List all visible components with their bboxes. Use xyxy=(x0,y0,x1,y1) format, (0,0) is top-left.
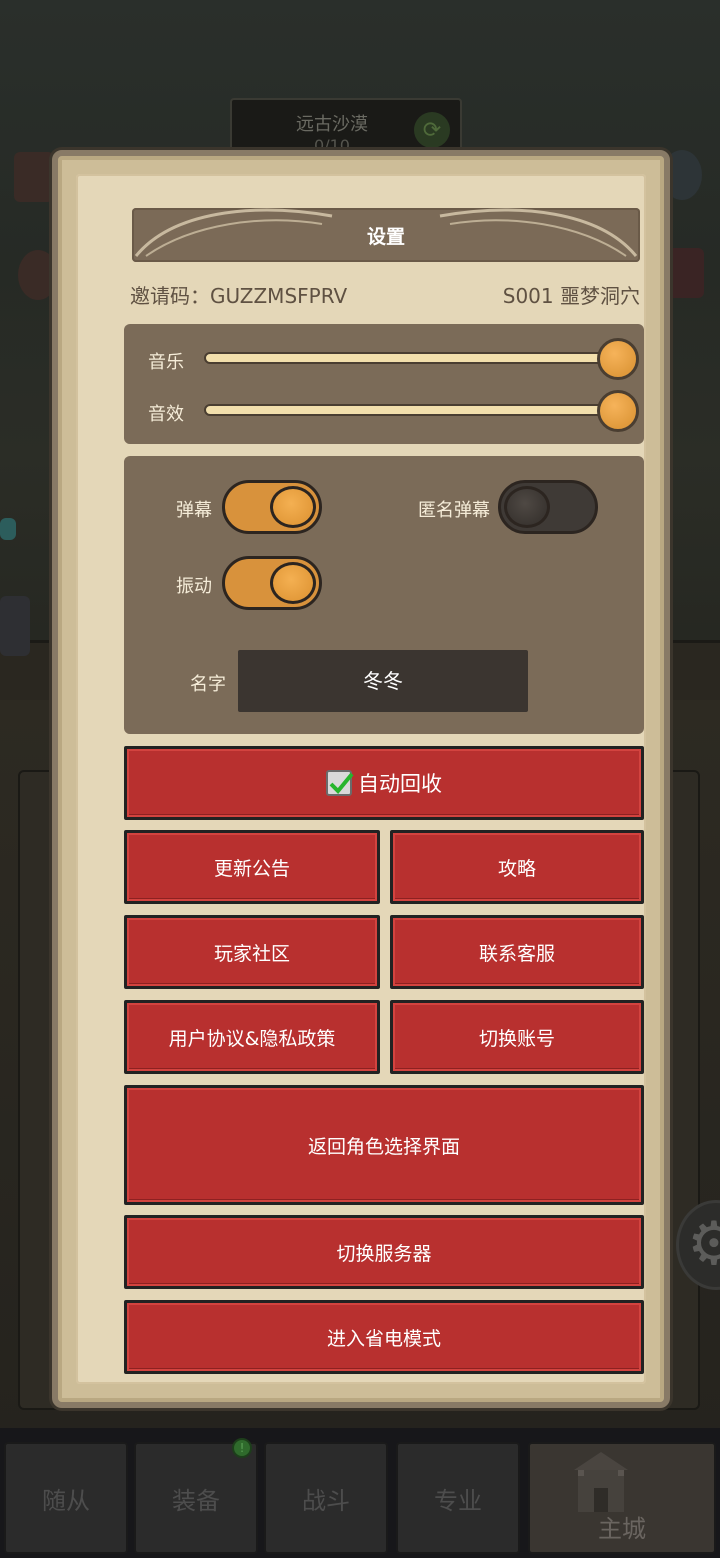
region-name: 远古沙漠 xyxy=(296,114,368,135)
nav-tab-equipment: 装备 xyxy=(134,1442,258,1554)
community-button[interactable]: 玩家社区 xyxy=(124,915,380,989)
dialog-title: 设置 xyxy=(366,226,405,248)
castle-icon xyxy=(574,1452,628,1512)
invite-row: 邀请码：GUZZMSFPRV S001 噩梦洞穴 xyxy=(130,280,640,310)
nav-tab-main-city: 主城 xyxy=(528,1442,716,1554)
auto-recycle-button[interactable]: 自动回收 xyxy=(124,746,644,820)
refresh-icon: ⟳ xyxy=(414,112,450,148)
danmaku-label: 弹幕 xyxy=(176,500,212,521)
update-notice-button[interactable]: 更新公告 xyxy=(124,830,380,904)
name-label: 名字 xyxy=(190,674,226,695)
toggle-knob xyxy=(270,486,316,528)
title-banner: 设置 xyxy=(132,208,640,262)
nav-tab-followers: 随从 xyxy=(4,1442,128,1554)
guide-button[interactable]: 攻略 xyxy=(390,830,644,904)
bottom-nav: 随从 装备 战斗 专业 主城 xyxy=(0,1428,720,1558)
switch-account-button[interactable]: 切换账号 xyxy=(390,1000,644,1074)
music-slider-handle[interactable] xyxy=(597,338,639,380)
nav-tab-profession: 专业 xyxy=(396,1442,520,1554)
power-save-button[interactable]: 进入省电模式 xyxy=(124,1300,644,1374)
auto-recycle-label: 自动回收 xyxy=(358,772,442,796)
settings-dialog-body: 设置 邀请码：GUZZMSFPRV S001 噩梦洞穴 音乐 音效 弹幕 匿名弹… xyxy=(76,174,646,1384)
side-icon-right-mid xyxy=(664,248,704,298)
toggle-panel: 弹幕 匿名弹幕 振动 名字 冬冬 xyxy=(124,456,644,734)
toggle-knob xyxy=(270,562,316,604)
back-to-role-select-button[interactable]: 返回角色选择界面 xyxy=(124,1085,644,1205)
sfx-slider[interactable] xyxy=(204,404,622,416)
server-name: S001 噩梦洞穴 xyxy=(502,284,640,308)
notification-badge: ! xyxy=(232,1438,252,1458)
audio-panel: 音乐 音效 xyxy=(124,324,644,444)
toggle-knob xyxy=(504,486,550,528)
side-icon-left-top xyxy=(14,152,54,202)
vibration-label: 振动 xyxy=(176,576,212,597)
sfx-slider-handle[interactable] xyxy=(597,390,639,432)
name-input[interactable]: 冬冬 xyxy=(238,650,528,712)
customer-service-button[interactable]: 联系客服 xyxy=(390,915,644,989)
anonymous-danmaku-label: 匿名弹幕 xyxy=(418,500,490,521)
vibration-toggle[interactable] xyxy=(222,556,322,610)
settings-dialog: 设置 邀请码：GUZZMSFPRV S001 噩梦洞穴 音乐 音效 弹幕 匿名弹… xyxy=(52,150,670,1408)
auto-recycle-checkbox[interactable] xyxy=(326,770,354,796)
music-slider[interactable] xyxy=(204,352,622,364)
music-label: 音乐 xyxy=(148,352,184,373)
danmaku-toggle[interactable] xyxy=(222,480,322,534)
invite-code[interactable]: 邀请码：GUZZMSFPRV xyxy=(130,280,347,309)
checkmark-icon xyxy=(329,772,354,794)
side-icon-left-small xyxy=(0,518,16,540)
switch-server-button[interactable]: 切换服务器 xyxy=(124,1215,644,1289)
sfx-label: 音效 xyxy=(148,404,184,425)
anonymous-danmaku-toggle[interactable] xyxy=(498,480,598,534)
side-icon-left-low xyxy=(0,596,30,656)
privacy-policy-button[interactable]: 用户协议&隐私政策 xyxy=(124,1000,380,1074)
nav-tab-battle: 战斗 xyxy=(264,1442,388,1554)
